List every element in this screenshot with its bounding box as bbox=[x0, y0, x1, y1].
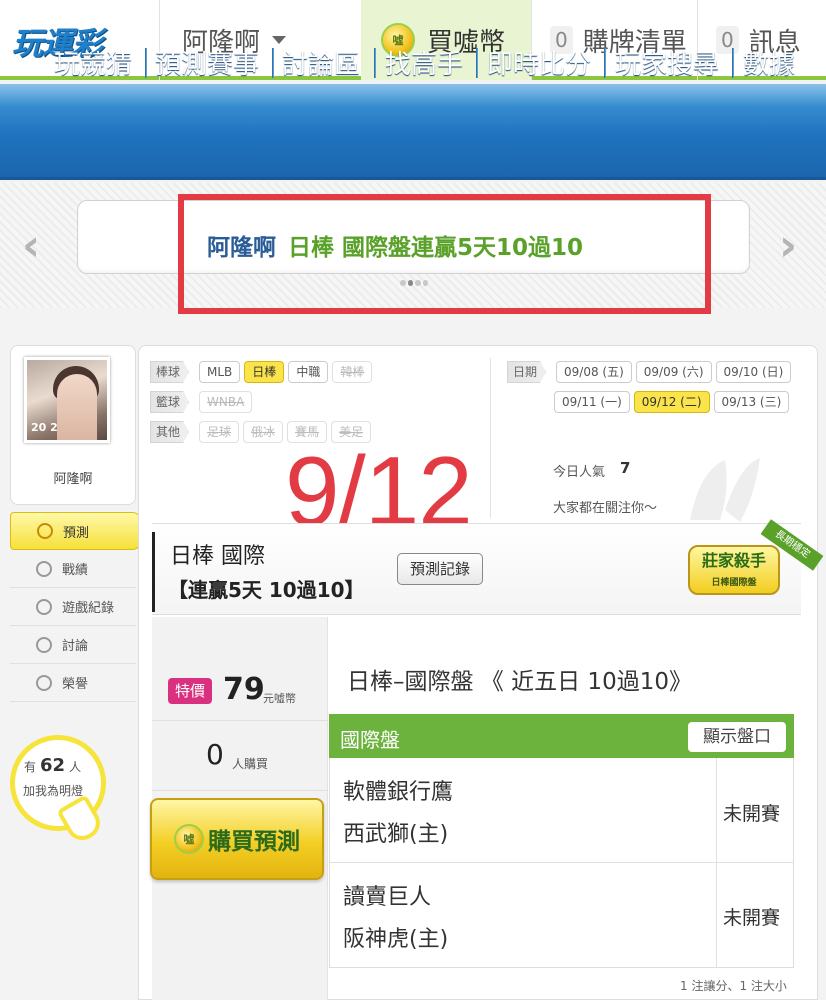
menu-label: 預測 bbox=[63, 525, 90, 541]
chip-wnba: WNBA bbox=[199, 391, 253, 413]
date-chip[interactable]: 09/10 (日) bbox=[715, 361, 792, 383]
menu-item-discuss[interactable]: 討論 bbox=[10, 626, 136, 664]
divider bbox=[152, 790, 328, 791]
nav-item-live-score[interactable]: 即時比分 bbox=[487, 44, 591, 81]
follow-text: 大家都在關注你～ bbox=[553, 501, 658, 516]
chat-icon bbox=[36, 636, 52, 653]
coin-icon: 噓 bbox=[174, 824, 204, 854]
buyer-count: 0 bbox=[206, 738, 224, 771]
menu-label: 遊戲紀錄 bbox=[62, 601, 115, 616]
nav-item-predict[interactable]: 預測賽事 bbox=[155, 44, 259, 81]
filter-row-baseball: 棒球 MLB 日棒 中職 韓棒 bbox=[150, 361, 373, 383]
circle-icon bbox=[36, 598, 52, 615]
date-label: 日期 bbox=[507, 361, 547, 383]
nav-item-stats[interactable]: 數據 bbox=[743, 44, 795, 81]
bet-summary-footnote: 1 注讓分、1 注大小 bbox=[680, 979, 787, 993]
avatar-figure bbox=[57, 374, 97, 440]
nav-divider bbox=[272, 48, 274, 78]
date-chip[interactable]: 09/09 (六) bbox=[635, 361, 712, 383]
next-arrow-icon[interactable]: › bbox=[779, 220, 797, 271]
prediction-title: 日棒 國際 bbox=[170, 544, 265, 569]
nav-item-player-search[interactable]: 玩家搜尋 bbox=[615, 44, 719, 81]
date-row-2: 09/11 (一) 09/12 (二) 09/13 (三) bbox=[554, 391, 790, 413]
avatar[interactable]: 20 2 bbox=[24, 357, 110, 443]
nav-item-experts[interactable]: 找高手 bbox=[385, 44, 463, 81]
menu-item-honor[interactable]: 榮譽 bbox=[10, 664, 136, 702]
price-unit: 元噓幣 bbox=[263, 692, 296, 705]
menu-label: 討論 bbox=[62, 639, 89, 654]
fan-count: 有 62 人 bbox=[24, 755, 82, 776]
filter-label: 棒球 bbox=[150, 361, 190, 383]
chip-kbo: 韓棒 bbox=[332, 361, 373, 383]
filter-label: 籃球 bbox=[150, 391, 190, 413]
messages-count: 0 bbox=[716, 26, 739, 54]
buy-prediction-label: 購買預測 bbox=[208, 829, 300, 855]
prediction-record-button[interactable]: 預測記錄 bbox=[397, 553, 483, 585]
away-team: 讀賣巨人 bbox=[343, 885, 432, 910]
away-team: 軟體銀行鷹 bbox=[343, 780, 454, 805]
price-value: 79 bbox=[223, 672, 265, 707]
date-chip-active[interactable]: 09/12 (二) bbox=[633, 391, 710, 413]
main-nav bbox=[0, 84, 826, 180]
popularity-label: 今日人氣 bbox=[553, 465, 606, 480]
chip-khl: 俄冰 bbox=[243, 421, 284, 443]
menu-item-predict[interactable]: 預測 bbox=[10, 512, 142, 550]
highlight-annotation-box bbox=[178, 194, 711, 314]
menu-label: 榮譽 bbox=[62, 677, 89, 692]
divider bbox=[152, 720, 328, 721]
nav-divider bbox=[604, 48, 606, 78]
date-chip[interactable]: 09/08 (五) bbox=[556, 361, 632, 383]
special-price-tag: 特價 bbox=[168, 678, 212, 704]
analysis-title: 日棒–國際盤 《 近五日 10過10》 bbox=[347, 669, 692, 695]
game-status: 未開賽 bbox=[723, 803, 781, 825]
nav-divider bbox=[732, 48, 734, 78]
date-chip[interactable]: 09/13 (三) bbox=[713, 391, 790, 413]
chip-mlb[interactable]: MLB bbox=[199, 361, 241, 383]
show-odds-button[interactable]: 顯示盤口 bbox=[688, 722, 786, 752]
filter-label: 其他 bbox=[150, 421, 190, 443]
home-team: 西武獅(主) bbox=[343, 822, 449, 847]
target-icon bbox=[37, 523, 53, 539]
prev-arrow-icon[interactable]: ‹ bbox=[22, 220, 40, 271]
caret-down-icon bbox=[272, 36, 287, 44]
bookie-killer-badge: 莊家殺手 日棒國際盤 bbox=[688, 545, 780, 595]
menu-label: 戰績 bbox=[62, 563, 89, 578]
date-row-1: 日期 09/08 (五) 09/09 (六) 09/10 (日) bbox=[507, 361, 792, 383]
buy-prediction-button[interactable]: 噓 購買預測 bbox=[150, 798, 324, 880]
accent-bar bbox=[152, 532, 155, 612]
fan-count-number: 62 bbox=[40, 755, 66, 776]
chart-icon bbox=[36, 560, 52, 577]
divider bbox=[716, 758, 717, 968]
nav-item-guess[interactable]: 玩競猜 bbox=[54, 44, 132, 81]
medal-icon bbox=[36, 674, 52, 691]
prediction-streak: 【連贏5天 10過10】 bbox=[168, 578, 365, 602]
menu-item-game-log[interactable]: 遊戲紀錄 bbox=[10, 588, 136, 626]
table-header-label: 國際盤 bbox=[340, 728, 400, 752]
nav-divider bbox=[374, 48, 376, 78]
divider bbox=[329, 862, 794, 863]
nav-shine bbox=[0, 84, 826, 106]
mascot-watermark bbox=[690, 458, 760, 522]
chip-soccer: 足球 bbox=[199, 421, 240, 443]
chip-cpbl[interactable]: 中職 bbox=[288, 361, 329, 383]
home-team: 阪神虎(主) bbox=[343, 927, 449, 952]
buyer-count-unit: 人購買 bbox=[232, 757, 269, 771]
filter-row-basketball: 籃球 WNBA bbox=[150, 391, 253, 413]
game-status: 未開賽 bbox=[723, 907, 781, 929]
divider bbox=[490, 358, 491, 518]
chip-npb[interactable]: 日棒 bbox=[244, 361, 285, 383]
nav-divider bbox=[476, 48, 478, 78]
profile-menu: 預測 戰績 遊戲紀錄 討論 榮譽 bbox=[10, 512, 142, 702]
fan-count-caption: 加我為明燈 bbox=[23, 784, 84, 798]
avatar-tag: 20 2 bbox=[31, 421, 58, 434]
profile-name[interactable]: 阿隆啊 bbox=[10, 468, 136, 487]
badge-subtitle: 日棒國際盤 bbox=[711, 578, 757, 588]
menu-item-record[interactable]: 戰績 bbox=[10, 550, 136, 588]
nav-divider bbox=[145, 48, 147, 78]
date-chip[interactable]: 09/11 (一) bbox=[554, 391, 630, 413]
popularity-value: 7 bbox=[620, 459, 631, 477]
nav-item-forum[interactable]: 討論區 bbox=[282, 44, 360, 81]
